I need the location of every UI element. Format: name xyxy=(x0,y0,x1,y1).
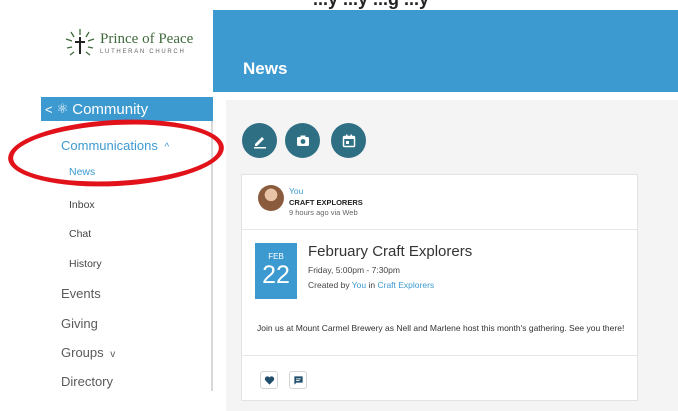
chevron-down-icon: v xyxy=(110,349,116,360)
comment-icon xyxy=(293,375,303,385)
add-photo-button[interactable] xyxy=(285,123,320,158)
event-month: FEB xyxy=(268,252,284,261)
chevron-left-icon: < xyxy=(45,101,53,117)
post-author-link[interactable]: You xyxy=(289,186,303,196)
group-link[interactable]: Craft Explorers xyxy=(377,280,434,290)
sunburst-cross-icon xyxy=(65,29,95,56)
post-timestamp: 9 hours ago via Web xyxy=(289,208,358,217)
page-title: News xyxy=(243,59,288,78)
add-event-button[interactable] xyxy=(331,123,366,158)
divider xyxy=(242,355,637,356)
pencil-icon xyxy=(253,136,266,148)
divider xyxy=(242,229,637,230)
sidebar-item-giving[interactable]: Giving xyxy=(61,316,98,331)
creator-link[interactable]: You xyxy=(352,280,366,290)
sidebar: Prince of Peace LUTHERAN CHURCH < ⚛ Comm… xyxy=(0,0,213,411)
avatar[interactable] xyxy=(258,185,284,211)
camera-icon xyxy=(296,135,309,146)
sidebar-subitem-chat[interactable]: Chat xyxy=(69,228,91,240)
like-button[interactable] xyxy=(260,371,278,389)
event-time: Friday, 5:00pm - 7:30pm xyxy=(308,265,400,275)
community-section-button[interactable]: < ⚛ Community xyxy=(41,97,213,121)
comment-button[interactable] xyxy=(289,371,307,389)
event-day: 22 xyxy=(262,261,290,289)
sidebar-item-events[interactable]: Events xyxy=(61,286,101,301)
post-card: You CRAFT EXPLORERS 9 hours ago via Web … xyxy=(241,174,638,401)
sidebar-subitem-history[interactable]: History xyxy=(69,258,102,270)
community-label: Community xyxy=(72,100,149,118)
groups-label: Groups xyxy=(61,345,104,360)
post-description: Join us at Mount Carmel Brewery as Nell … xyxy=(257,323,625,333)
logo-subtitle: LUTHERAN CHURCH xyxy=(100,48,186,55)
compose-post-button[interactable] xyxy=(242,123,277,158)
post-group: CRAFT EXPLORERS xyxy=(289,198,363,207)
heart-icon xyxy=(264,375,274,385)
event-created-by: Created by You in Craft Explorers xyxy=(308,280,434,290)
calendar-icon xyxy=(342,134,355,147)
created-prefix: Created by xyxy=(308,280,352,290)
news-feed: You CRAFT EXPLORERS 9 hours ago via Web … xyxy=(226,100,678,411)
atom-icon: ⚛ xyxy=(56,101,69,116)
church-logo[interactable]: Prince of Peace LUTHERAN CHURCH xyxy=(63,26,193,60)
top-banner-cropped: ...y ...y ...g ...y xyxy=(213,0,678,10)
created-in: in xyxy=(366,280,378,290)
event-title-link[interactable]: February Craft Explorers xyxy=(308,243,472,260)
page-header: News xyxy=(213,10,678,92)
sidebar-item-groups[interactable]: Groups v xyxy=(61,345,115,360)
event-date-badge: FEB 22 xyxy=(255,243,297,299)
logo-name: Prince of Peace xyxy=(100,30,194,47)
top-banner-text: ...y ...y ...g ...y xyxy=(313,0,429,10)
sidebar-subitem-inbox[interactable]: Inbox xyxy=(69,199,95,211)
sidebar-item-directory[interactable]: Directory xyxy=(61,374,113,389)
